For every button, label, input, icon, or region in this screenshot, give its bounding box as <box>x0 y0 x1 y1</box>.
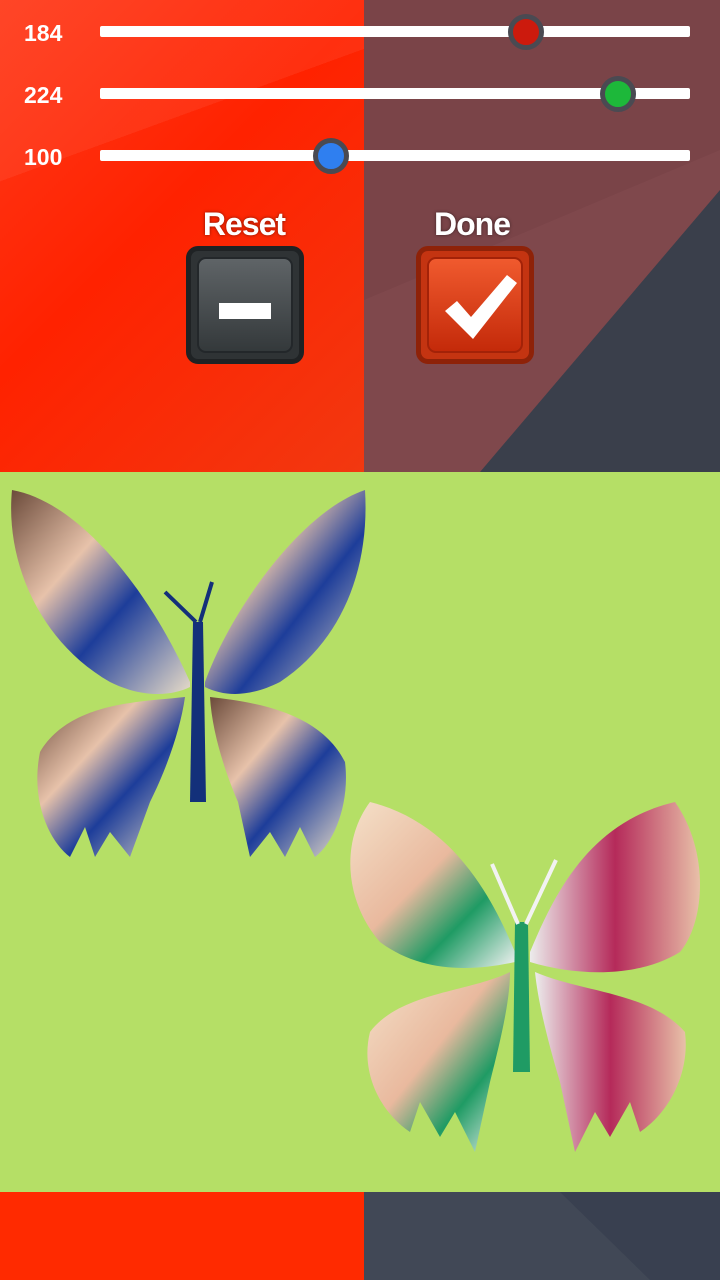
blue-slider-thumb[interactable] <box>313 138 350 174</box>
butterfly-1-left-upper-wing <box>11 490 190 694</box>
done-label: Done <box>434 206 511 242</box>
red-slider-row: 184 <box>0 12 720 52</box>
butterfly-2-left-lower-wing <box>367 972 510 1152</box>
reset-label: Reset <box>202 206 286 242</box>
butterfly-2-right-lower-wing <box>535 972 686 1152</box>
reset-button-face <box>197 257 293 353</box>
butterfly-1-body <box>190 622 206 802</box>
blue-slider-track[interactable] <box>100 138 690 174</box>
red-slider-thumb[interactable] <box>507 14 544 50</box>
butterfly-1-left-lower-wing <box>37 697 186 857</box>
blue-value-label: 100 <box>24 144 63 170</box>
red-value-label: 184 <box>24 20 63 46</box>
green-slider-row: 224 <box>0 74 720 114</box>
butterfly-2-right-upper-wing <box>530 802 700 973</box>
butterfly-frame-1[interactable] <box>11 490 366 857</box>
butterfly-2-body <box>513 922 530 1072</box>
color-control-panel: 184 224 100 Reset Done <box>0 0 720 472</box>
green-slider-thumb[interactable] <box>600 76 637 112</box>
butterfly-collage <box>0 472 720 1192</box>
butterfly-1-antenna <box>163 581 214 624</box>
butterfly-1-right-lower-wing <box>210 697 346 857</box>
done-button[interactable] <box>416 246 534 364</box>
reset-button[interactable] <box>186 246 304 364</box>
red-slider-track[interactable] <box>100 14 690 50</box>
butterfly-2-antenna <box>490 859 558 925</box>
green-value-label: 224 <box>24 82 63 108</box>
butterfly-2-left-upper-wing <box>350 802 515 968</box>
panel-decoration <box>364 150 720 472</box>
checkmark-icon <box>445 275 517 339</box>
green-slider-track[interactable] <box>100 76 690 112</box>
butterfly-1-right-upper-wing <box>205 490 366 694</box>
done-button-face <box>427 257 523 353</box>
minus-icon <box>219 303 271 319</box>
blue-slider-row: 100 <box>0 136 720 176</box>
bottom-bar-decoration <box>560 1192 720 1280</box>
butterfly-frame-2[interactable] <box>350 802 700 1152</box>
bottom-bar <box>0 1192 720 1280</box>
collage-canvas <box>11 490 700 1152</box>
